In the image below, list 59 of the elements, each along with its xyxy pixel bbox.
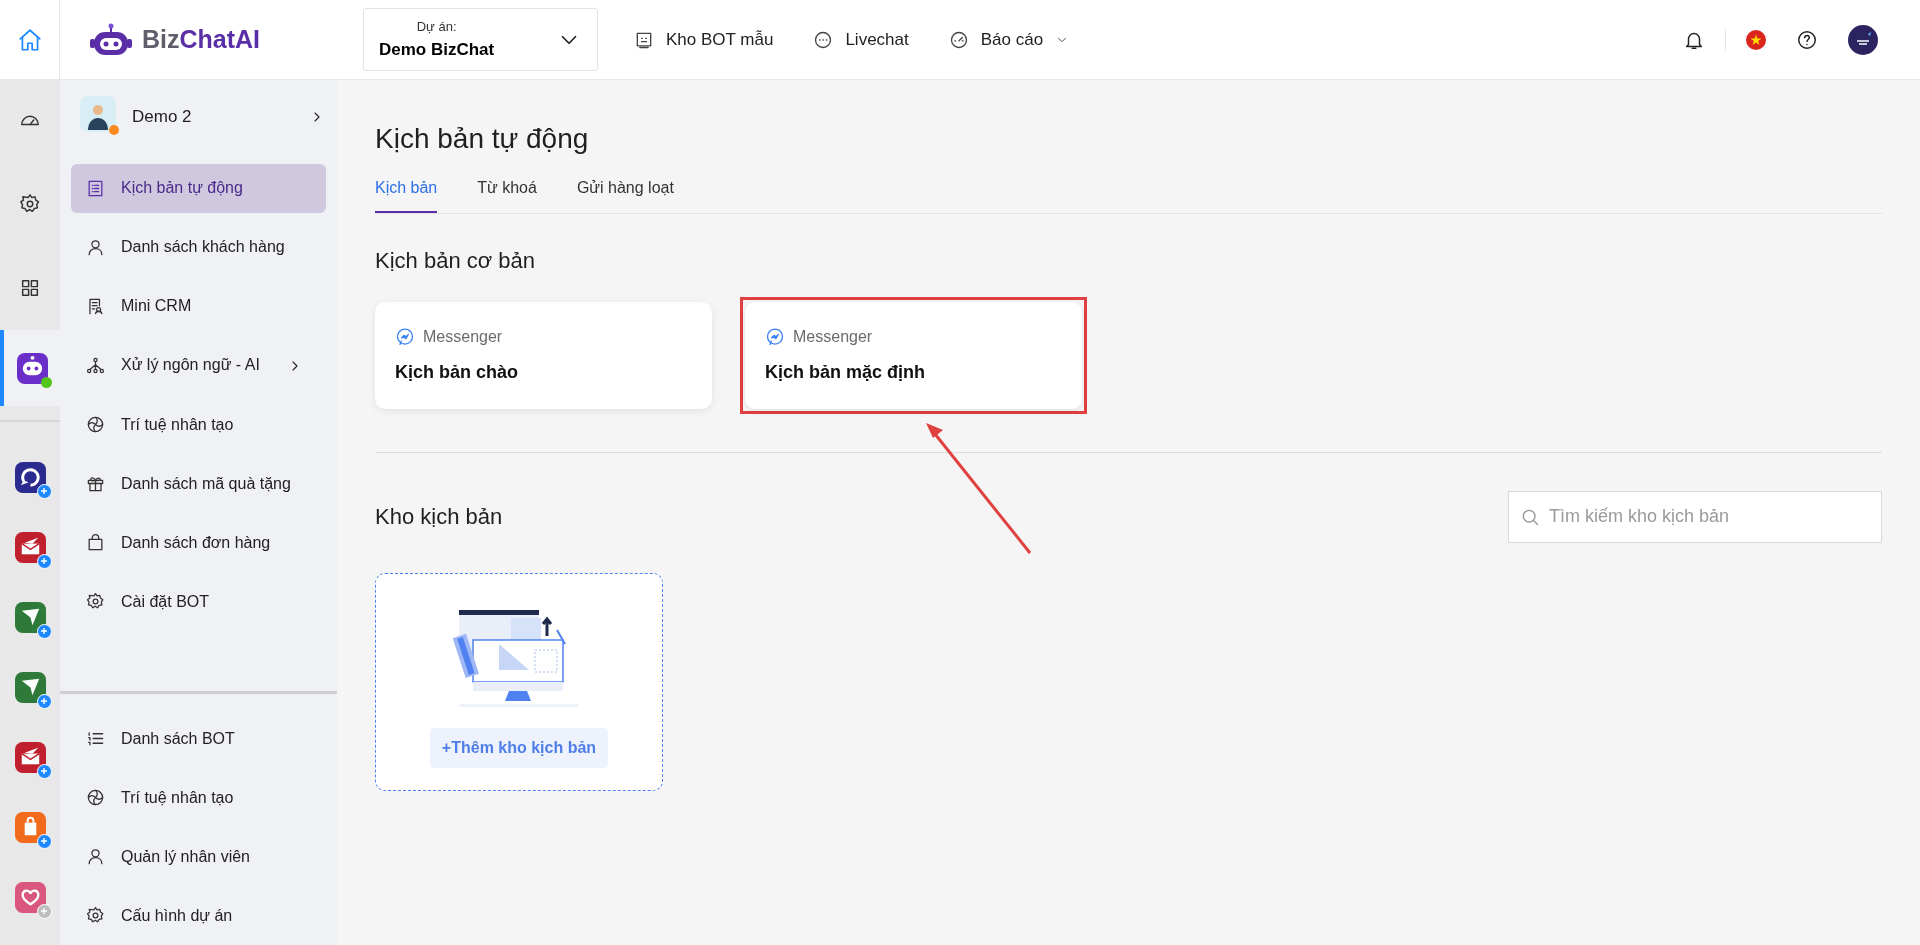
list-icon	[86, 178, 105, 198]
sidebar-item[interactable]: Danh sách khách hàng	[71, 217, 326, 277]
swirl-icon	[86, 415, 105, 434]
swirl-icon	[86, 788, 105, 808]
sidebar-item[interactable]: Xử lý ngôn ngữ - AI	[71, 336, 326, 395]
nodes-icon	[86, 356, 105, 375]
project-avatar-icon	[80, 96, 120, 137]
channel-label: Messenger	[793, 326, 873, 347]
grid-icon[interactable]	[19, 277, 41, 299]
avatar-icon[interactable]	[1848, 24, 1878, 55]
robot-logo-icon	[90, 22, 132, 57]
search-field[interactable]: Tìm kiếm kho kịch bản	[1508, 490, 1882, 543]
person-icon	[86, 237, 105, 257]
tab[interactable]: Kịch bản	[375, 175, 438, 213]
nav-link[interactable]: Kho BOT mẫu	[630, 22, 778, 57]
project-name: Demo 2	[132, 105, 193, 128]
status-dot	[40, 376, 52, 388]
sidebar-item[interactable]: Cài đặt BOT	[71, 572, 326, 632]
sidebar-item[interactable]: Mini CRM	[71, 276, 326, 336]
tab[interactable]: Từ khoá	[477, 175, 537, 213]
section-title: Kịch bản cơ bản	[375, 246, 536, 275]
sidebar-item[interactable]: Trí tuệ nhân tạo	[71, 395, 326, 454]
logo-text: BizChatAI	[142, 23, 261, 55]
section-title: Kho kịch bản	[375, 503, 503, 532]
nav-link[interactable]: Báo cáo	[944, 22, 1074, 57]
sidebar-item[interactable]: Danh sách đơn hàng	[71, 513, 326, 573]
chat-bubble-icon	[813, 29, 834, 50]
sidebar-item[interactable]: Quản lý nhân viên	[71, 827, 326, 887]
numbered-list-icon	[86, 729, 105, 748]
app-icon[interactable]	[14, 461, 46, 493]
document-icon	[86, 296, 105, 316]
script-card[interactable]: Messenger Kịch bản chào	[375, 301, 712, 409]
person-icon	[86, 847, 105, 867]
page-title: Kịch bản tự động	[375, 122, 590, 156]
script-card[interactable]: Messenger Kịch bản mặc định	[745, 301, 1082, 409]
sidebar-item[interactable]: Cấu hình dự án	[71, 886, 326, 945]
sidebar-item[interactable]: Trí tuệ nhân tạo	[71, 768, 326, 828]
vietnam-flag-icon[interactable]	[1746, 29, 1766, 50]
app-icon[interactable]	[14, 531, 46, 563]
tab[interactable]: Gửi hàng loạt	[576, 175, 674, 213]
project-select[interactable]: Dự án: Demo BizChat	[363, 8, 598, 71]
gauge-icon	[948, 29, 969, 50]
card-title: Kịch bản mặc định	[765, 360, 927, 384]
sidebar-item[interactable]: Kịch bản tự động	[71, 163, 326, 213]
shopping-bag-icon	[86, 533, 105, 553]
sidebar-item[interactable]: Danh sách mã quà tặng	[71, 454, 326, 514]
sidebar-item[interactable]: Danh sách BOT	[71, 709, 326, 769]
help-icon[interactable]	[1796, 28, 1818, 51]
messenger-icon	[395, 326, 415, 347]
settings-icon[interactable]	[19, 193, 41, 215]
app-icon[interactable]	[14, 741, 46, 773]
channel-label: Messenger	[423, 326, 503, 347]
gift-icon	[86, 474, 105, 493]
app-icon[interactable]	[16, 352, 48, 384]
nav-link[interactable]: Livechat	[809, 22, 913, 57]
card-title: Kịch bản chào	[395, 360, 520, 384]
app-icon[interactable]	[14, 601, 46, 633]
app-icon[interactable]	[14, 671, 46, 703]
messenger-icon	[765, 326, 785, 347]
